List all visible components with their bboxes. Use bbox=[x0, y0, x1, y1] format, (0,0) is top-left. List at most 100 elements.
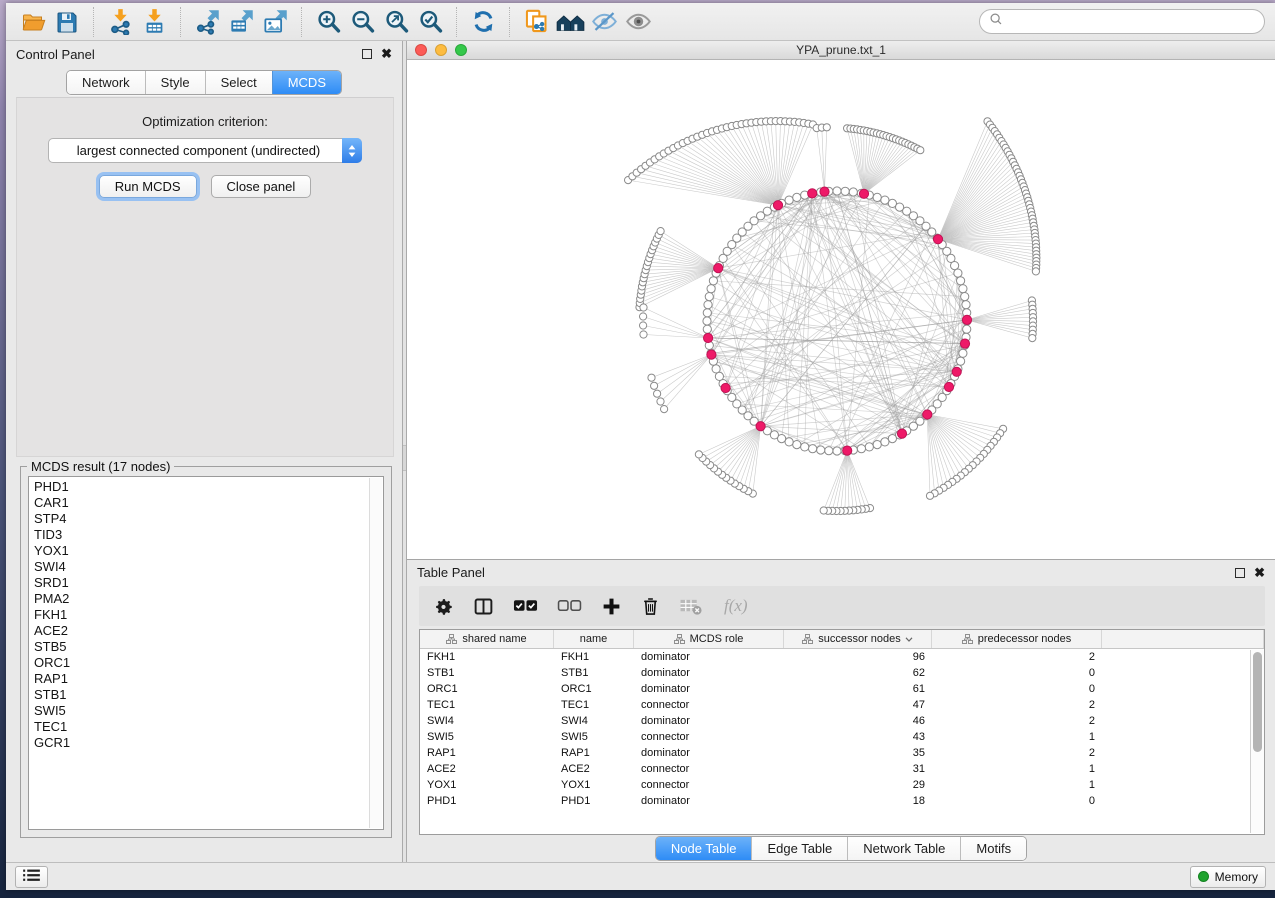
table-cell[interactable]: SWI4 bbox=[420, 715, 554, 727]
mcds-result-item[interactable]: RAP1 bbox=[34, 671, 383, 687]
add-icon[interactable] bbox=[601, 591, 622, 621]
first-neighbors-icon[interactable] bbox=[553, 7, 587, 37]
table-row[interactable]: FKH1FKH1dominator962 bbox=[420, 649, 1264, 665]
table-cell[interactable]: SWI5 bbox=[554, 731, 634, 743]
table-cell[interactable]: 46 bbox=[784, 715, 932, 727]
tab-motifs[interactable]: Motifs bbox=[960, 837, 1026, 860]
table-cell[interactable]: 62 bbox=[784, 667, 932, 679]
mcds-result-item[interactable]: PHD1 bbox=[34, 479, 383, 495]
table-cell[interactable]: 1 bbox=[932, 731, 1102, 743]
table-row[interactable]: TEC1TEC1connector472 bbox=[420, 697, 1264, 713]
table-row[interactable]: STB1STB1dominator620 bbox=[420, 665, 1264, 681]
close-table-panel-button[interactable]: ✖ bbox=[1254, 568, 1265, 578]
mcds-result-item[interactable]: SWI4 bbox=[34, 559, 383, 575]
network-canvas[interactable] bbox=[407, 60, 1275, 559]
table-scrollbar[interactable] bbox=[1250, 650, 1264, 833]
export-image-icon[interactable] bbox=[258, 7, 292, 37]
mcds-result-list[interactable]: PHD1CAR1STP4TID3YOX1SWI4SRD1PMA2FKH1ACE2… bbox=[28, 476, 384, 830]
table-cell[interactable]: 18 bbox=[784, 795, 932, 807]
table-cell[interactable]: 2 bbox=[932, 715, 1102, 727]
export-network-icon[interactable] bbox=[190, 7, 224, 37]
table-cell[interactable]: SWI5 bbox=[420, 731, 554, 743]
table-cell[interactable]: 2 bbox=[932, 747, 1102, 759]
table-cell[interactable]: PHD1 bbox=[554, 795, 634, 807]
table-cell[interactable]: YOX1 bbox=[554, 779, 634, 791]
table-cell[interactable]: 43 bbox=[784, 731, 932, 743]
table-cell[interactable]: FKH1 bbox=[420, 651, 554, 663]
table-cell[interactable]: 31 bbox=[784, 763, 932, 775]
table-cell[interactable]: PHD1 bbox=[420, 795, 554, 807]
hide-selected-icon[interactable] bbox=[587, 7, 621, 37]
table-cell[interactable]: ACE2 bbox=[420, 763, 554, 775]
mcds-result-item[interactable]: ORC1 bbox=[34, 655, 383, 671]
table-cell[interactable]: TEC1 bbox=[420, 699, 554, 711]
zoom-selected-icon[interactable] bbox=[413, 7, 447, 37]
delete-icon[interactable] bbox=[641, 591, 660, 621]
table-cell[interactable]: 2 bbox=[932, 699, 1102, 711]
table-cell[interactable]: connector bbox=[634, 763, 784, 775]
tab-style[interactable]: Style bbox=[145, 71, 205, 94]
table-cell[interactable]: 2 bbox=[932, 651, 1102, 663]
mcds-result-item[interactable]: GCR1 bbox=[34, 735, 383, 751]
select-all-icon[interactable] bbox=[513, 591, 538, 621]
table-row[interactable]: ORC1ORC1dominator610 bbox=[420, 681, 1264, 697]
float-table-panel-button[interactable] bbox=[1235, 568, 1245, 578]
table-cell[interactable]: STB1 bbox=[554, 667, 634, 679]
table-cell[interactable]: 47 bbox=[784, 699, 932, 711]
table-cell[interactable]: connector bbox=[634, 779, 784, 791]
tab-node-table[interactable]: Node Table bbox=[656, 837, 752, 860]
column-header-successor-nodes[interactable]: successor nodes bbox=[784, 630, 932, 648]
table-row[interactable]: RAP1RAP1dominator352 bbox=[420, 745, 1264, 761]
column-header-name[interactable]: name bbox=[554, 630, 634, 648]
table-cell[interactable]: 35 bbox=[784, 747, 932, 759]
table-cell[interactable]: dominator bbox=[634, 715, 784, 727]
copy-network-icon[interactable] bbox=[519, 7, 553, 37]
close-panel-button-2[interactable]: Close panel bbox=[211, 175, 312, 198]
table-cell[interactable]: connector bbox=[634, 699, 784, 711]
table-cell[interactable]: dominator bbox=[634, 651, 784, 663]
settings-icon[interactable] bbox=[433, 591, 454, 621]
table-row[interactable]: YOX1YOX1connector291 bbox=[420, 777, 1264, 793]
save-icon[interactable] bbox=[50, 7, 84, 37]
table-cell[interactable]: YOX1 bbox=[420, 779, 554, 791]
column-header-shared-name[interactable]: shared name bbox=[420, 630, 554, 648]
mcds-result-item[interactable]: SRD1 bbox=[34, 575, 383, 591]
zoom-in-icon[interactable] bbox=[311, 7, 345, 37]
open-icon[interactable] bbox=[16, 7, 50, 37]
task-history-button[interactable] bbox=[15, 866, 48, 888]
table-cell[interactable]: dominator bbox=[634, 683, 784, 695]
table-cell[interactable]: ACE2 bbox=[554, 763, 634, 775]
export-table-icon[interactable] bbox=[224, 7, 258, 37]
table-cell[interactable]: 0 bbox=[932, 667, 1102, 679]
table-cell[interactable]: STB1 bbox=[420, 667, 554, 679]
search-input[interactable] bbox=[1008, 15, 1255, 29]
tab-edge-table[interactable]: Edge Table bbox=[751, 837, 847, 860]
zoom-fit-icon[interactable] bbox=[379, 7, 413, 37]
list-scrollbar[interactable] bbox=[369, 478, 382, 828]
mcds-result-item[interactable]: TEC1 bbox=[34, 719, 383, 735]
table-cell[interactable]: 0 bbox=[932, 795, 1102, 807]
show-all-icon[interactable] bbox=[621, 7, 655, 37]
tab-network-table[interactable]: Network Table bbox=[847, 837, 960, 860]
column-header-MCDS-role[interactable]: MCDS role bbox=[634, 630, 784, 648]
mcds-result-item[interactable]: ACE2 bbox=[34, 623, 383, 639]
mcds-result-item[interactable]: YOX1 bbox=[34, 543, 383, 559]
memory-button[interactable]: Memory bbox=[1190, 866, 1266, 888]
tab-network[interactable]: Network bbox=[67, 71, 145, 94]
tab-mcds[interactable]: MCDS bbox=[272, 71, 341, 94]
mcds-result-item[interactable]: STP4 bbox=[34, 511, 383, 527]
table-cell[interactable]: SWI4 bbox=[554, 715, 634, 727]
table-cell[interactable]: dominator bbox=[634, 795, 784, 807]
run-mcds-button[interactable]: Run MCDS bbox=[99, 175, 197, 198]
refresh-icon[interactable] bbox=[466, 7, 500, 37]
zoom-out-icon[interactable] bbox=[345, 7, 379, 37]
table-row[interactable]: PHD1PHD1dominator180 bbox=[420, 793, 1264, 809]
table-cell[interactable]: ORC1 bbox=[554, 683, 634, 695]
table-cell[interactable]: FKH1 bbox=[554, 651, 634, 663]
table-cell[interactable]: RAP1 bbox=[554, 747, 634, 759]
table-cell[interactable]: RAP1 bbox=[420, 747, 554, 759]
mcds-result-item[interactable]: PMA2 bbox=[34, 591, 383, 607]
mcds-result-item[interactable]: CAR1 bbox=[34, 495, 383, 511]
table-cell[interactable]: dominator bbox=[634, 667, 784, 679]
search-box[interactable] bbox=[979, 9, 1265, 34]
